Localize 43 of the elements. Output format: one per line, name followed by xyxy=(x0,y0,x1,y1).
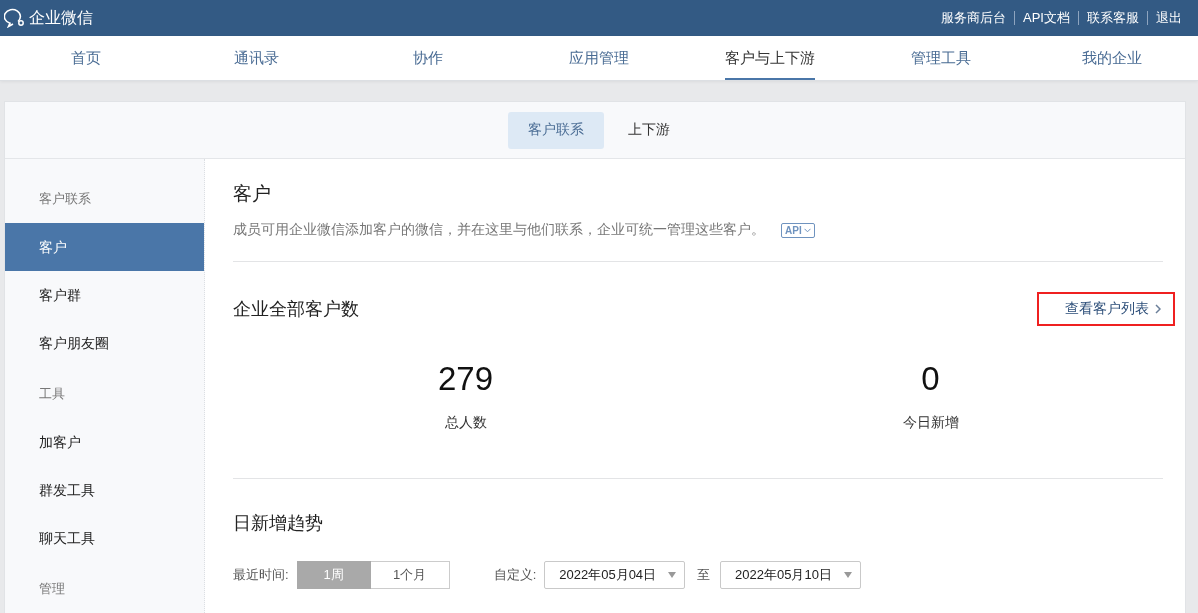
sidebar-item[interactable]: 客户 xyxy=(5,223,204,271)
dropdown-arrow-icon xyxy=(668,572,677,578)
logo-text: 企业微信 xyxy=(29,7,93,28)
header-link[interactable]: 服务商后台 xyxy=(933,9,1015,27)
sub-tab[interactable]: 客户联系 xyxy=(508,111,604,149)
chevron-down-icon xyxy=(803,227,811,233)
sidebar-section-title: 工具 xyxy=(38,385,66,403)
sidebar-section-title: 管理 xyxy=(38,580,66,598)
customer-list-link[interactable]: 查看客户列表 xyxy=(1037,292,1175,326)
field-label: 自定义: xyxy=(493,566,537,584)
sidebar-item[interactable]: 客户朋友圈 xyxy=(5,319,204,367)
nav-tab[interactable]: 我的企业 xyxy=(1026,36,1198,80)
page-description: 成员可用企业微信添加客户的微信，并在这里与他们联系，企业可统一管理这些客户。 xyxy=(233,221,765,239)
sidebar-item[interactable]: 群发工具 xyxy=(5,466,204,514)
stat-value: 0 xyxy=(921,360,940,398)
nav-tab[interactable]: 协作 xyxy=(342,36,514,80)
nav-tab[interactable]: 通讯录 xyxy=(171,36,343,80)
sub-tab[interactable]: 上下游 xyxy=(608,111,690,149)
range-toggle[interactable]: 1个月 xyxy=(370,561,450,589)
nav-tab[interactable]: 客户与上下游 xyxy=(684,36,856,80)
sidebar-item[interactable]: 聊天工具 xyxy=(5,514,204,562)
date-select[interactable]: 2022年05月04日 xyxy=(544,561,686,589)
chevron-right-icon xyxy=(1155,304,1161,314)
header-link[interactable]: 联系客服 xyxy=(1079,9,1147,27)
header-link[interactable]: API文档 xyxy=(1015,9,1078,27)
stat-label: 总人数 xyxy=(444,414,487,432)
nav-tab[interactable]: 管理工具 xyxy=(855,36,1027,80)
range-separator: 至 xyxy=(697,566,711,584)
nav-tab[interactable]: 首页 xyxy=(0,36,172,80)
nav-tab[interactable]: 应用管理 xyxy=(513,36,685,80)
stat-label: 今日新增 xyxy=(902,414,959,432)
sidebar-section-title: 客户联系 xyxy=(38,190,92,208)
section-title: 日新增趋势 xyxy=(233,512,324,535)
sidebar-item[interactable]: 加客户 xyxy=(5,418,204,466)
field-label: 最近时间: xyxy=(233,566,289,584)
stat-value: 279 xyxy=(437,360,494,398)
dropdown-arrow-icon xyxy=(843,572,852,578)
chat-bubble-icon xyxy=(4,8,26,28)
page-title: 客户 xyxy=(233,182,272,206)
section-title: 企业全部客户数 xyxy=(233,298,359,321)
date-select[interactable]: 2022年05月10日 xyxy=(720,561,861,589)
header-link[interactable]: 退出 xyxy=(1148,9,1190,27)
sidebar-item[interactable]: 客户群 xyxy=(5,271,204,319)
